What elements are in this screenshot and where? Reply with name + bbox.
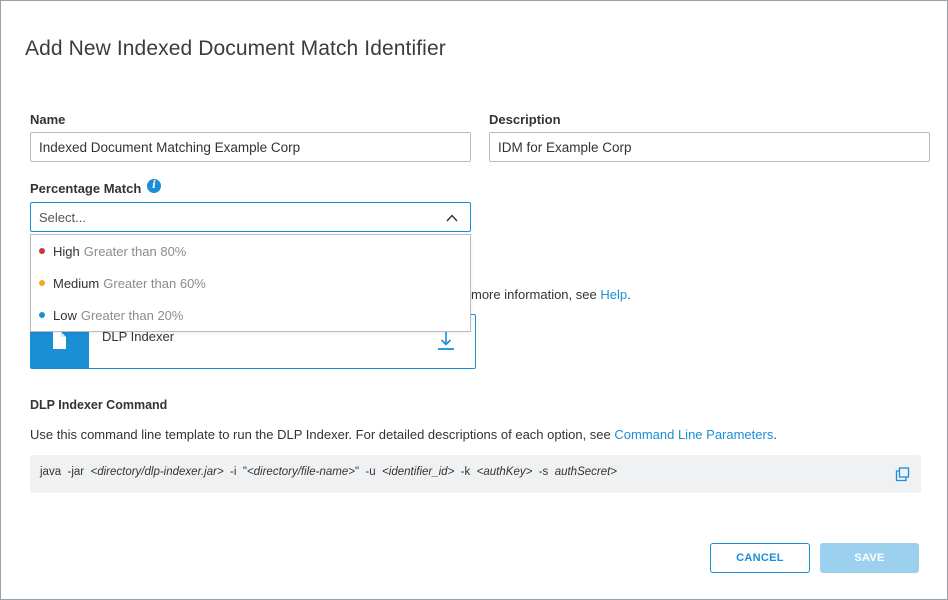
cmd-part: java -jar [40, 466, 91, 478]
cmd-arg: <authKey> [476, 466, 533, 478]
cmd-arg: <directory/dlp-indexer.jar> [90, 466, 224, 478]
dialog-title: Add New Indexed Document Match Identifie… [25, 37, 446, 60]
percentage-match-dropdown: High Greater than 80% Medium Greater tha… [30, 234, 471, 332]
low-dot-icon [39, 312, 45, 318]
command-description-text: Use this command line template to run th… [30, 427, 615, 442]
download-icon[interactable] [437, 331, 455, 351]
copy-icon[interactable] [895, 467, 910, 482]
percentage-match-label: Percentage Match [30, 181, 142, 196]
description-label: Description [489, 112, 561, 127]
cancel-button[interactable]: CANCEL [710, 543, 810, 573]
cmd-arg: authSecret> [554, 466, 618, 478]
command-template: java -jar <directory/dlp-indexer.jar> -i… [40, 466, 617, 478]
cmd-arg: <identifier_id> [382, 466, 455, 478]
name-input[interactable] [30, 132, 471, 162]
option-level: High [53, 243, 80, 259]
option-high[interactable]: High Greater than 80% [31, 235, 470, 267]
info-icon[interactable]: i [147, 179, 161, 193]
chevron-up-icon [446, 214, 458, 222]
description-input[interactable] [489, 132, 930, 162]
option-desc: Greater than 60% [103, 275, 206, 291]
command-description: Use this command line template to run th… [30, 427, 777, 442]
command-template-box: java -jar <directory/dlp-indexer.jar> -i… [30, 455, 921, 493]
cmd-part: " -u [354, 466, 383, 478]
add-idm-dialog: Add New Indexed Document Match Identifie… [0, 0, 948, 600]
help-text-body: more information, see [471, 287, 601, 302]
help-link[interactable]: Help [600, 287, 627, 302]
command-description-suffix: . [773, 427, 777, 442]
file-icon [53, 332, 66, 349]
cmd-part: -s [532, 466, 555, 478]
option-level: Medium [53, 275, 100, 291]
name-label: Name [30, 112, 66, 127]
cmd-part: -i " [223, 466, 247, 478]
option-desc: Greater than 80% [83, 243, 187, 259]
option-desc: Greater than 20% [80, 307, 184, 323]
select-placeholder: Select... [39, 210, 86, 225]
cmd-part: -k [454, 466, 477, 478]
cmd-arg: <directory/file-name> [246, 466, 355, 478]
help-text: more information, see Help. [471, 287, 631, 302]
help-suffix: . [627, 287, 631, 302]
medium-dot-icon [39, 280, 45, 286]
save-button[interactable]: SAVE [820, 543, 919, 573]
option-level: Low [53, 307, 77, 323]
command-section-title: DLP Indexer Command [30, 398, 168, 412]
option-low[interactable]: Low Greater than 20% [31, 299, 470, 331]
option-medium[interactable]: Medium Greater than 60% [31, 267, 470, 299]
command-line-parameters-link[interactable]: Command Line Parameters [614, 427, 773, 442]
high-dot-icon [39, 248, 45, 254]
percentage-match-select[interactable]: Select... [30, 202, 471, 232]
